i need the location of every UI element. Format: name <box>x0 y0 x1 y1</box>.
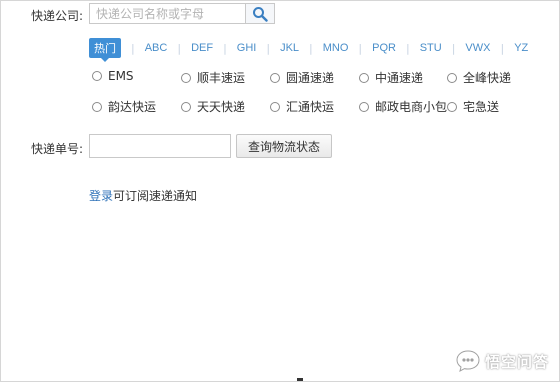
company-search-box <box>89 3 275 24</box>
courier-option-qf[interactable]: 全峰快递 <box>447 69 511 86</box>
tab-hot[interactable]: 热门 <box>89 38 121 62</box>
radio-button[interactable] <box>359 72 369 83</box>
courier-row: 韵达快运 天天快递 汇通快运 邮政电商小包 宅急送 <box>92 98 532 127</box>
tab-separator: | <box>131 41 135 55</box>
courier-option-ems[interactable]: EMS <box>92 69 134 83</box>
courier-label: 天天快递 <box>197 100 246 114</box>
tracking-label: 快递单号: <box>31 142 84 156</box>
tracking-number-input[interactable] <box>89 134 231 158</box>
alphabet-tabs: 热门 | ABC | DEF | GHI | JKL | MNO | PQR |… <box>89 38 528 62</box>
courier-option-sf[interactable]: 顺丰速运 <box>181 69 245 86</box>
chat-bubble-icon <box>456 350 480 372</box>
search-button[interactable] <box>245 4 274 23</box>
bottom-marker <box>297 378 303 381</box>
radio-button[interactable] <box>447 72 457 83</box>
courier-label: 全峰快递 <box>463 71 512 85</box>
courier-option-ht[interactable]: 汇通快运 <box>270 98 334 115</box>
courier-label: EMS <box>108 69 134 83</box>
watermark: 悟空问答 <box>455 349 549 373</box>
login-link[interactable]: 登录 <box>89 189 113 203</box>
courier-label: 中通速递 <box>375 71 424 85</box>
courier-option-tt[interactable]: 天天快递 <box>181 98 245 115</box>
query-status-button[interactable]: 查询物流状态 <box>236 134 332 158</box>
tab-stu[interactable]: STU <box>420 42 442 54</box>
tab-ghi[interactable]: GHI <box>237 42 257 54</box>
tab-separator: | <box>451 41 456 55</box>
radio-button[interactable] <box>181 72 191 83</box>
courier-label: 宅急送 <box>463 100 500 114</box>
courier-row: EMS 顺丰速运 圆通速递 中通速递 全峰快递 <box>92 69 532 98</box>
radio-button[interactable] <box>270 72 280 83</box>
radio-button[interactable] <box>181 101 191 112</box>
courier-label: 韵达快运 <box>108 100 157 114</box>
search-icon <box>253 6 268 22</box>
tab-separator: | <box>223 41 227 55</box>
tab-separator: | <box>500 41 505 55</box>
company-label: 快递公司: <box>31 9 84 23</box>
tab-separator: | <box>358 41 363 55</box>
courier-option-yto[interactable]: 圆通速递 <box>270 69 334 86</box>
radio-button[interactable] <box>92 71 102 81</box>
app-frame: 快递公司: 热门 | ABC | DEF | GHI | JKL | MNO |… <box>0 0 560 382</box>
courier-label: 邮政电商小包 <box>375 100 448 114</box>
tab-pqr[interactable]: PQR <box>372 42 396 54</box>
tab-vwx[interactable]: VWX <box>465 42 490 54</box>
login-prompt: 登录可订阅速递通知 <box>89 187 197 204</box>
courier-option-yd[interactable]: 韵达快运 <box>92 98 156 115</box>
courier-options: EMS 顺丰速运 圆通速递 中通速递 全峰快递 韵达快运 天天快递 汇通快运 邮… <box>92 69 532 127</box>
tab-mno[interactable]: MNO <box>323 42 349 54</box>
courier-label: 顺丰速运 <box>197 71 246 85</box>
login-prompt-text: 可订阅速递通知 <box>113 189 198 203</box>
tab-yz[interactable]: YZ <box>514 42 528 54</box>
courier-option-post[interactable]: 邮政电商小包 <box>359 98 447 115</box>
radio-button[interactable] <box>270 101 280 112</box>
company-search-input[interactable] <box>90 4 248 23</box>
watermark-text: 悟空问答 <box>484 352 549 371</box>
tab-def[interactable]: DEF <box>191 42 213 54</box>
radio-button[interactable] <box>447 101 457 112</box>
tab-separator: | <box>405 41 410 55</box>
courier-option-zjs[interactable]: 宅急送 <box>447 98 499 115</box>
tab-separator: | <box>266 41 271 55</box>
courier-label: 汇通快运 <box>286 100 335 114</box>
courier-label: 圆通速递 <box>286 71 335 85</box>
radio-button[interactable] <box>92 101 102 112</box>
tab-separator: | <box>177 41 182 55</box>
radio-button[interactable] <box>359 101 369 112</box>
tab-separator: | <box>309 41 313 55</box>
tab-jkl[interactable]: JKL <box>280 42 299 54</box>
courier-option-zto[interactable]: 中通速递 <box>359 69 423 86</box>
tab-abc[interactable]: ABC <box>145 42 168 54</box>
